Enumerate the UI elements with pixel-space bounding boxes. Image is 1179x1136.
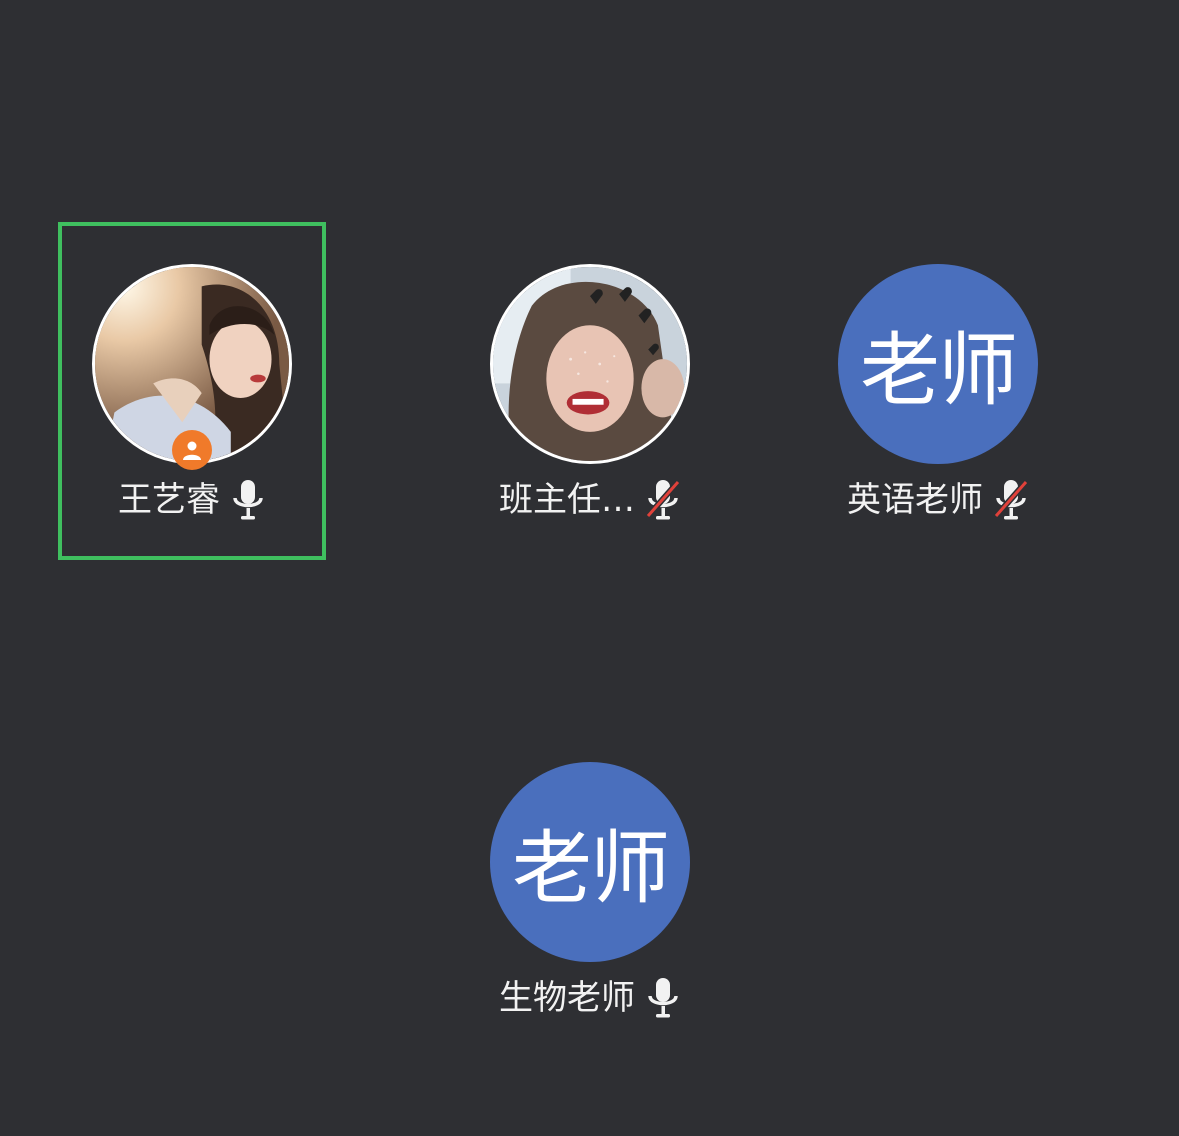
participant-name-row: 班主任… (460, 478, 720, 522)
host-badge-icon (172, 430, 212, 470)
meeting-participant-grid: 王艺睿 班主任… 老师 英语老师 老师 生物老师 (0, 0, 1179, 1136)
participant-tile-1[interactable]: 王艺睿 (58, 222, 326, 560)
participant-avatar-initials: 老师 (490, 762, 690, 962)
participant-tile-2[interactable]: 班主任… (460, 226, 720, 556)
participant-avatar-initials: 老师 (838, 264, 1038, 464)
avatar-photo-image (493, 267, 687, 461)
microphone-muted-icon (645, 478, 681, 522)
participant-name-row: 生物老师 (460, 976, 720, 1020)
participant-name: 英语老师 (847, 480, 983, 520)
avatar-initials-text: 老师 (860, 324, 1018, 417)
participant-tile-4[interactable]: 老师 生物老师 (460, 724, 720, 1054)
participant-tile-3[interactable]: 老师 英语老师 (808, 226, 1068, 556)
participant-avatar-photo (490, 264, 690, 464)
microphone-muted-icon (993, 478, 1029, 522)
microphone-icon (645, 976, 681, 1020)
participant-name: 生物老师 (499, 978, 635, 1018)
microphone-icon (230, 478, 266, 522)
participant-name: 班主任… (499, 480, 635, 520)
participant-name-row: 王艺睿 (62, 478, 322, 522)
avatar-initials-text: 老师 (512, 822, 670, 915)
participant-name-row: 英语老师 (808, 478, 1068, 522)
participant-name: 王艺睿 (118, 480, 220, 520)
